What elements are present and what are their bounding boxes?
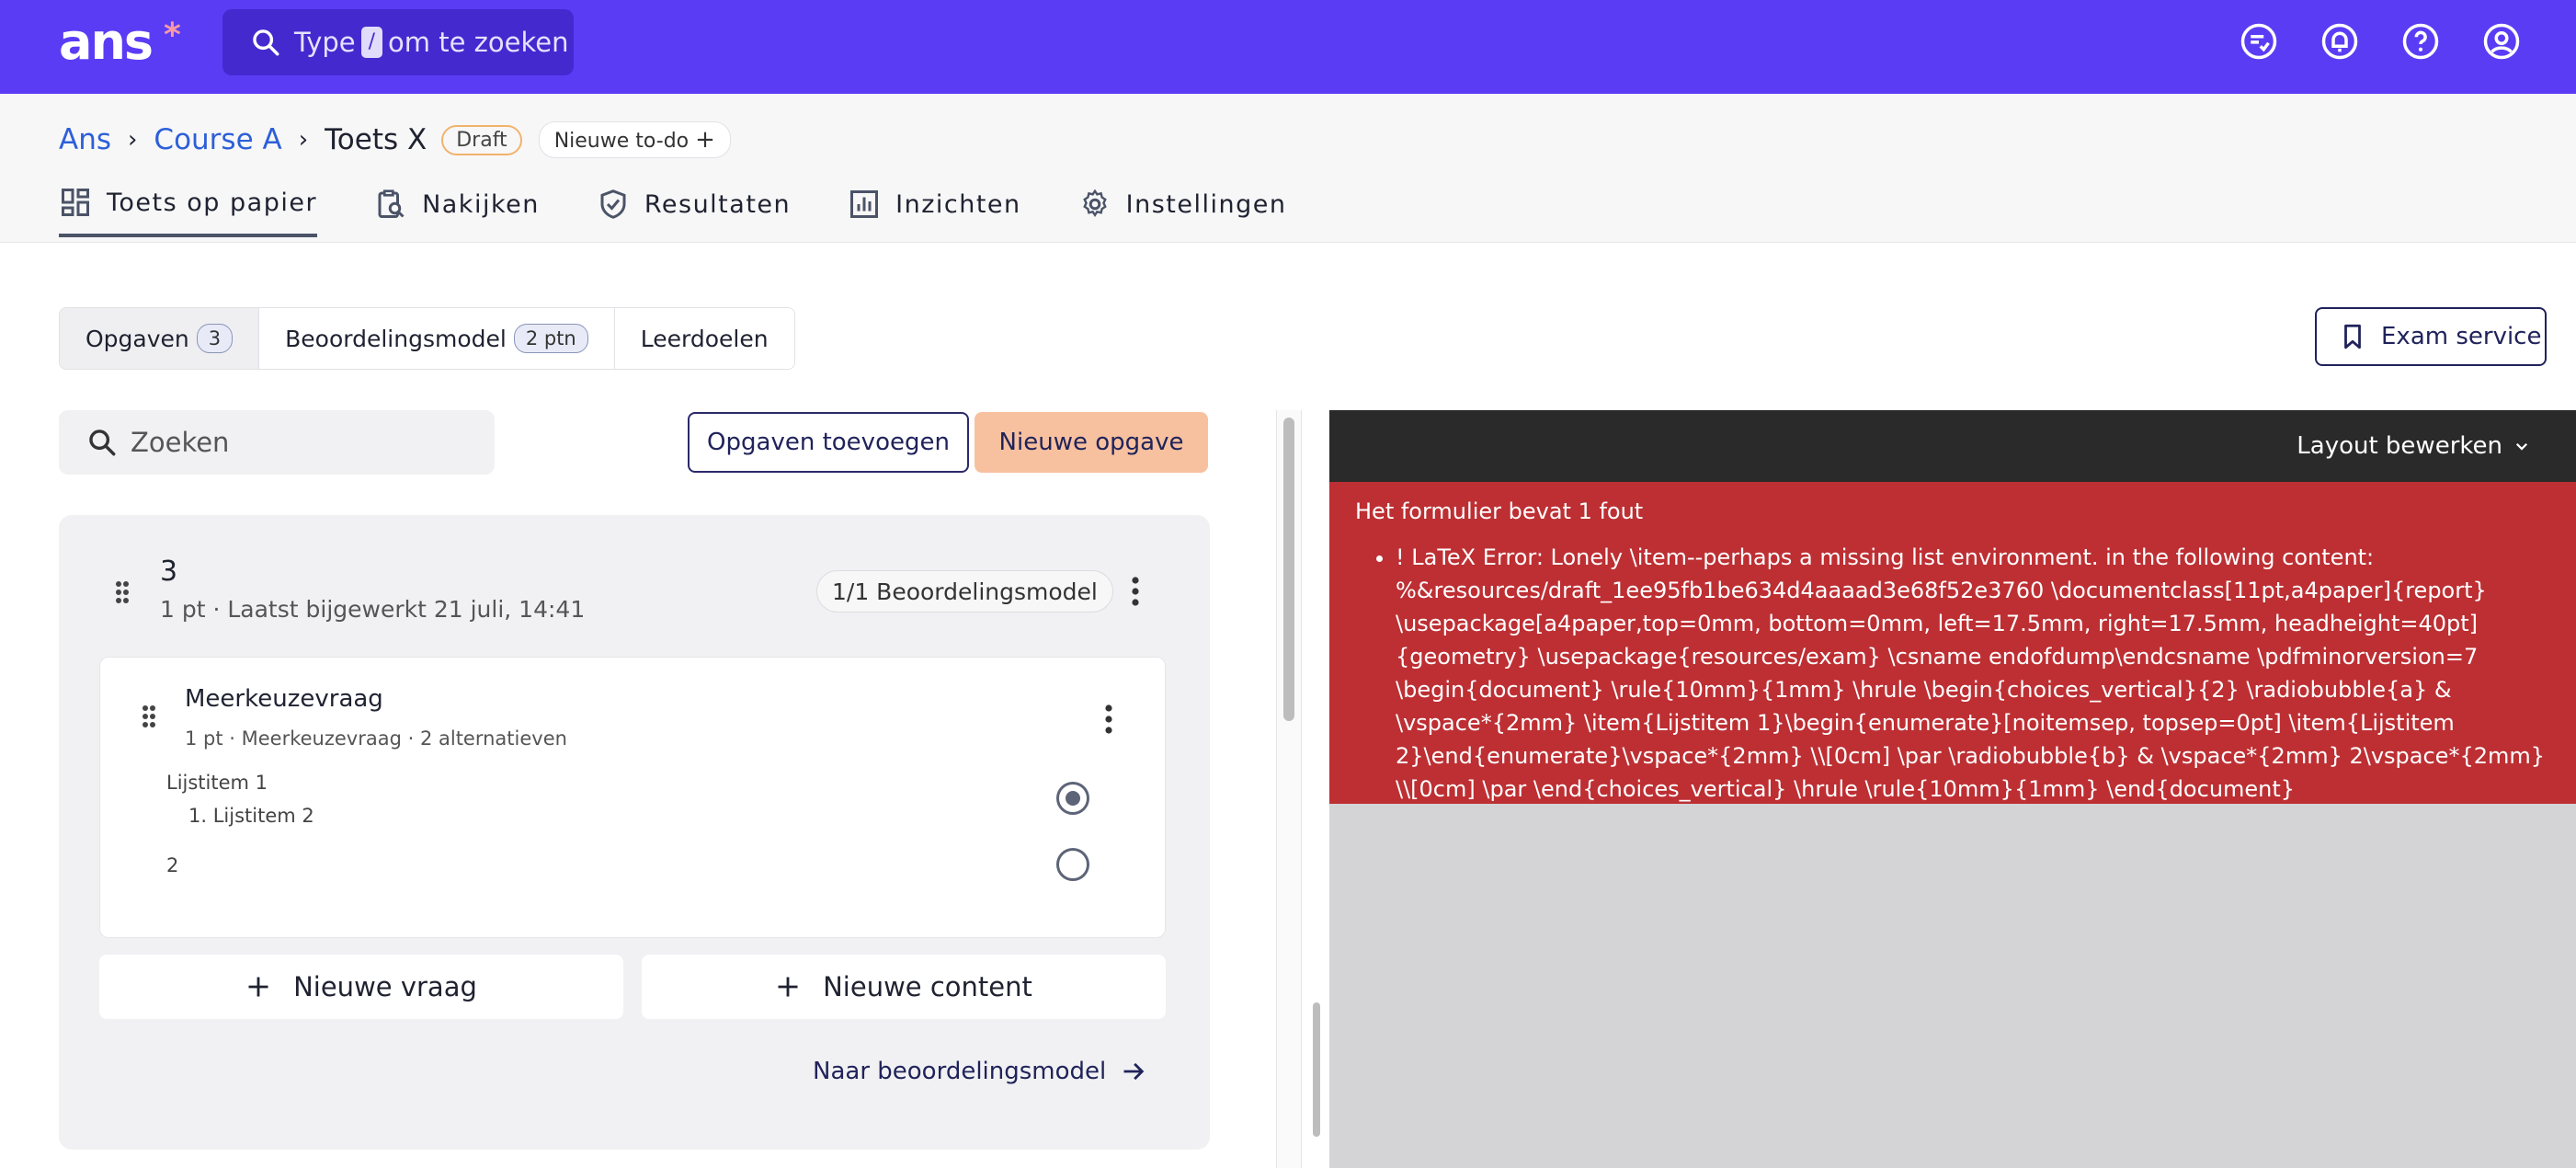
option-1-radio[interactable] — [1056, 782, 1089, 815]
error-title: Het formulier bevat 1 fout — [1355, 498, 1644, 524]
more-options-icon[interactable] — [1104, 704, 1113, 735]
user-avatar-icon[interactable] — [2482, 22, 2521, 61]
ans-logo[interactable]: ans * — [59, 13, 181, 71]
question-subtitle: 1 pt · Meerkeuzevraag · 2 alternatieven — [185, 727, 567, 750]
help-icon[interactable] — [2401, 22, 2440, 61]
to-grading-model-link[interactable]: Naar beoordelingsmodel — [813, 1058, 1146, 1085]
gear-icon — [1078, 188, 1111, 221]
tab-nakijken[interactable]: Nakijken — [374, 186, 540, 237]
top-bar: ans * Type / om te zoeken — [0, 0, 2576, 94]
pdf-preview-panel: Layout bewerken Het formulier bevat 1 fo… — [1329, 410, 2576, 1168]
segment-opgaven[interactable]: Opgaven 3 — [60, 308, 260, 369]
preview-toolbar: Layout bewerken — [1329, 410, 2576, 482]
plus-icon — [245, 974, 271, 1000]
chevron-right-icon: › — [128, 126, 138, 154]
chevron-down-icon[interactable] — [2513, 438, 2530, 454]
tab-inzichten[interactable]: Inzichten — [848, 186, 1021, 237]
tab-instellingen[interactable]: Instellingen — [1078, 186, 1287, 237]
tab-toets-op-papier[interactable]: Toets op papier — [59, 186, 318, 237]
group-title: 3 — [160, 555, 178, 588]
group-subtitle: 1 pt · Laatst bijgewerkt 21 juli, 14:41 — [160, 596, 586, 623]
logo-star: * — [164, 17, 181, 54]
bookmark-icon — [2341, 323, 2365, 350]
breadcrumb: Ans › Course A › Toets X Draft Nieuwe to… — [59, 121, 731, 158]
new-todo-button[interactable]: Nieuwe to-do + — [538, 121, 731, 158]
plus-icon: + — [695, 126, 715, 154]
search-prefix: Type — [294, 27, 356, 58]
error-alert: Het formulier bevat 1 fout ! LaTeX Error… — [1329, 482, 2576, 804]
search-icon — [250, 27, 281, 58]
layout-edit-dropdown[interactable]: Layout bewerken — [2297, 432, 2502, 460]
exercise-search-input[interactable]: Zoeken — [59, 410, 495, 475]
search-shortcut-key: / — [360, 27, 383, 58]
main-tabs: Toets op papier Nakijken Resultaten Inzi… — [59, 186, 1343, 237]
dashboard-icon — [59, 186, 92, 219]
list-check-icon[interactable] — [2240, 22, 2278, 61]
breadcrumb-current: Toets X — [325, 123, 427, 156]
left-scrollbar[interactable] — [1276, 410, 1302, 1168]
search-suffix: om te zoeken — [388, 27, 569, 58]
question-card[interactable]: Meerkeuzevraag 1 pt · Meerkeuzevraag · 2… — [99, 657, 1166, 938]
new-content-button[interactable]: Nieuwe content — [642, 955, 1166, 1019]
global-search[interactable]: Type / om te zoeken — [222, 9, 574, 75]
new-exercise-button[interactable]: Nieuwe opgave — [975, 412, 1208, 473]
arrow-right-icon — [1121, 1059, 1146, 1084]
scrollbar-thumb[interactable] — [1283, 418, 1294, 721]
chevron-right-icon: › — [298, 126, 309, 154]
breadcrumb-course[interactable]: Course A — [154, 123, 281, 156]
preview-scrollbar-thumb[interactable] — [1313, 1002, 1320, 1137]
notification-bell-icon[interactable] — [2320, 22, 2359, 61]
tab-resultaten[interactable]: Resultaten — [597, 186, 791, 237]
search-icon — [86, 427, 118, 458]
count-badge: 3 — [196, 324, 234, 353]
option-1-text: Lijstitem 1 — [166, 772, 268, 794]
points-badge: 2 ptn — [513, 324, 588, 353]
model-badge[interactable]: 1/1 Beoordelingsmodel — [816, 570, 1113, 613]
option-2-radio[interactable] — [1056, 848, 1089, 881]
option-1-sublist: 1. Lijstitem 2 — [188, 805, 314, 827]
clipboard-search-icon — [374, 188, 407, 221]
add-exercises-button[interactable]: Opgaven toevoegen — [688, 412, 969, 473]
exercise-group-panel: 3 1 pt · Laatst bijgewerkt 21 juli, 14:4… — [59, 515, 1210, 1150]
bar-chart-icon — [848, 188, 881, 221]
drag-handle-icon[interactable] — [114, 579, 131, 605]
error-message: ! LaTeX Error: Lonely \item--perhaps a m… — [1396, 541, 2550, 806]
breadcrumb-ans[interactable]: Ans — [59, 123, 111, 156]
plus-icon — [775, 974, 801, 1000]
new-question-button[interactable]: Nieuwe vraag — [99, 955, 623, 1019]
question-title: Meerkeuzevraag — [185, 685, 383, 713]
sub-header: Ans › Course A › Toets X Draft Nieuwe to… — [0, 94, 2576, 243]
exam-service-button[interactable]: Exam service — [2315, 307, 2547, 366]
more-options-icon[interactable] — [1131, 576, 1140, 607]
segment-beoordelingsmodel[interactable]: Beoordelingsmodel 2 ptn — [259, 308, 615, 369]
drag-handle-icon[interactable] — [141, 704, 157, 729]
content-segments: Opgaven 3 Beoordelingsmodel 2 ptn Leerdo… — [59, 307, 795, 370]
status-badge: Draft — [441, 124, 522, 155]
segment-leerdoelen[interactable]: Leerdoelen — [614, 308, 794, 369]
option-2-text: 2 — [166, 854, 179, 876]
shield-check-icon — [597, 188, 630, 221]
